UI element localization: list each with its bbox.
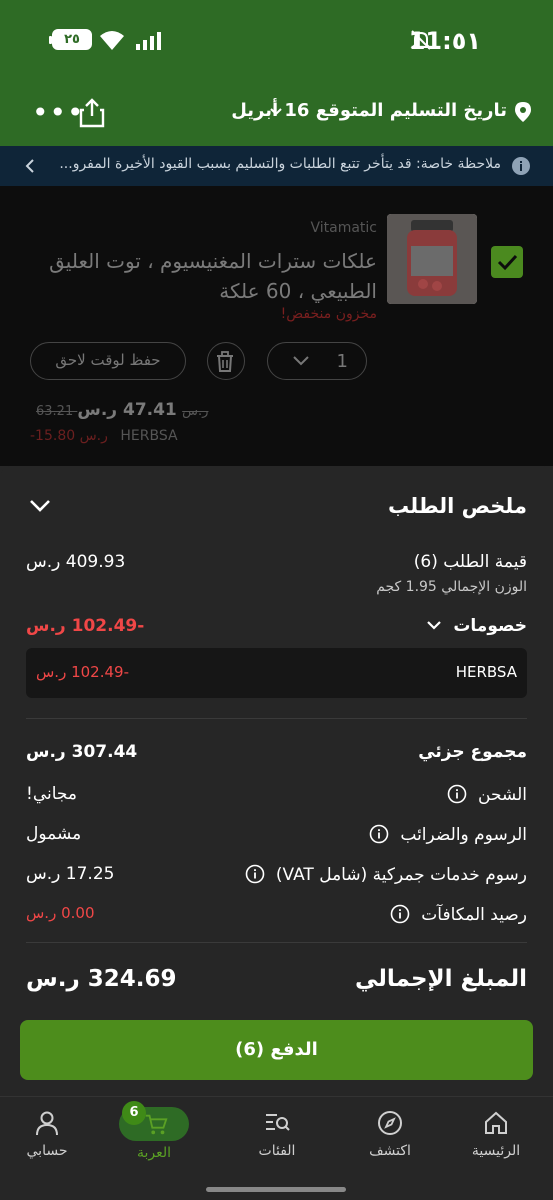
- delete-button[interactable]: [207, 342, 245, 380]
- order-value-label: قيمة الطلب (6): [413, 552, 527, 572]
- nav-cart[interactable]: 6 العربة: [98, 1101, 210, 1169]
- order-summary-sheet: ملخص الطلب قيمة الطلب (6) 409.93 ر.س الو…: [0, 466, 553, 1096]
- notice-banner[interactable]: ملاحظة خاصة: قد يتأخر تتبع الطلبات والتس…: [0, 146, 553, 186]
- more-icon[interactable]: •••: [32, 99, 85, 127]
- item-checkbox[interactable]: [491, 246, 523, 278]
- fees-label: الرسوم والضرائب: [369, 824, 527, 845]
- info-icon[interactable]: [369, 824, 389, 844]
- nav-categories-label: الفئات: [258, 1143, 296, 1159]
- subtotal-row: مجموع جزئي 307.44 ر.س: [26, 742, 527, 772]
- user-icon: [36, 1111, 58, 1136]
- wifi-icon: [100, 31, 124, 50]
- item-discount-code: HERBSA: [120, 428, 178, 444]
- item-discount: -15.80 ر.س HERBSA: [30, 428, 178, 444]
- cart-icon: [145, 1114, 168, 1135]
- quantity-stepper[interactable]: 1: [267, 342, 367, 380]
- subtotal-value: 307.44 ر.س: [26, 742, 138, 762]
- discount-code-box: HERBSA -102.49 ر.س: [26, 648, 527, 698]
- chevron-down-icon[interactable]: [269, 106, 283, 118]
- check-icon: [497, 254, 518, 271]
- total-value: 324.69 ر.س: [26, 966, 177, 992]
- bottom-nav: الرئيسية اكتشف الفئات 6 العربة حسابي: [0, 1096, 553, 1200]
- app-header: تاريخ التسليم المتوقع 16 أبريل •••: [0, 80, 553, 146]
- shipping-row: الشحن مجاني!: [26, 784, 527, 814]
- clock: 11:٥١: [408, 27, 481, 55]
- total-label: المبلغ الإجمالي: [355, 966, 527, 992]
- status-bar: ٢٥ 11:٥١: [0, 0, 553, 80]
- home-indicator: [206, 1187, 346, 1192]
- info-icon[interactable]: [447, 784, 467, 804]
- checkout-button[interactable]: الدفع (6): [20, 1020, 533, 1080]
- customs-label: رسوم خدمات جمركية (شامل VAT): [245, 864, 527, 885]
- cart-count-badge: 6: [122, 1101, 146, 1125]
- chevron-left-icon[interactable]: [24, 158, 36, 174]
- customs-value: 17.25 ر.س: [26, 864, 115, 884]
- summary-title: ملخص الطلب: [387, 494, 527, 518]
- chevron-down-icon[interactable]: [28, 498, 52, 514]
- item-price: 63.21 ر.س 47.41 ر.س: [30, 400, 208, 420]
- trash-icon: [217, 351, 233, 372]
- product-name[interactable]: علكات سترات المغنيسيوم ، توت العليق الطب…: [47, 246, 377, 306]
- total-weight: الوزن الإجمالي 1.95 كجم: [376, 579, 527, 595]
- fees-row: الرسوم والضرائب مشمول: [26, 824, 527, 854]
- low-stock-warning: مخزون منخفض!: [280, 306, 377, 322]
- nav-discover[interactable]: اكتشف: [345, 1105, 435, 1169]
- subtotal-label: مجموع جزئي: [418, 742, 527, 762]
- cart-pill: 6: [119, 1101, 189, 1141]
- discount-code: HERBSA: [455, 663, 517, 681]
- nav-account[interactable]: حسابي: [7, 1105, 87, 1169]
- location-pin-icon: [515, 102, 531, 122]
- rewards-value: 0.00 ر.س: [26, 904, 95, 922]
- nav-discover-label: اكتشف: [369, 1143, 411, 1159]
- current-price: 47.41 ر.س: [77, 400, 177, 420]
- info-icon: [512, 157, 530, 175]
- notice-text: ملاحظة خاصة: قد يتأخر تتبع الطلبات والتس…: [59, 156, 501, 172]
- info-icon[interactable]: [245, 864, 265, 884]
- item-discount-amount: -15.80 ر.س: [30, 428, 108, 444]
- shipping-value: مجاني!: [26, 784, 77, 804]
- chevron-down-icon: [293, 356, 309, 366]
- compass-icon: [378, 1111, 402, 1135]
- nav-home-label: الرئيسية: [471, 1143, 521, 1159]
- battery-icon: ٢٥: [49, 29, 92, 50]
- divider: [26, 718, 527, 719]
- discounts-value: -102.49 ر.س: [26, 616, 145, 636]
- cart-item: Vitamatic علكات سترات المغنيسيوم ، توت ا…: [0, 186, 553, 466]
- chevron-down-icon: [427, 621, 442, 630]
- save-for-later-button[interactable]: حفظ لوقت لاحق: [30, 342, 186, 380]
- order-value-row: قيمة الطلب (6) 409.93 ر.س: [26, 552, 527, 582]
- shipping-label: الشحن: [447, 784, 527, 805]
- order-value: 409.93 ر.س: [26, 552, 126, 572]
- signal-icon: [136, 32, 161, 50]
- fees-value: مشمول: [26, 824, 82, 844]
- divider: [26, 942, 527, 943]
- quantity-value: 1: [336, 351, 348, 372]
- discount-code-value: -102.49 ر.س: [36, 663, 130, 681]
- product-image[interactable]: [387, 214, 477, 304]
- categories-search-icon: [266, 1114, 290, 1131]
- rewards-row: رصيد المكافآت 0.00 ر.س: [26, 904, 527, 934]
- info-icon[interactable]: [390, 904, 410, 924]
- home-icon: [485, 1111, 507, 1134]
- discounts-label[interactable]: خصومات: [425, 616, 527, 636]
- discounts-row[interactable]: خصومات -102.49 ر.س: [26, 616, 527, 646]
- rewards-label: رصيد المكافآت: [390, 904, 527, 925]
- product-brand: Vitamatic: [310, 220, 377, 236]
- nav-cart-label: العربة: [136, 1145, 172, 1161]
- nav-account-label: حسابي: [26, 1143, 68, 1159]
- nav-categories[interactable]: الفئات: [232, 1105, 322, 1169]
- customs-row: رسوم خدمات جمركية (شامل VAT) 17.25 ر.س: [26, 864, 527, 894]
- nav-home[interactable]: الرئيسية: [451, 1105, 541, 1169]
